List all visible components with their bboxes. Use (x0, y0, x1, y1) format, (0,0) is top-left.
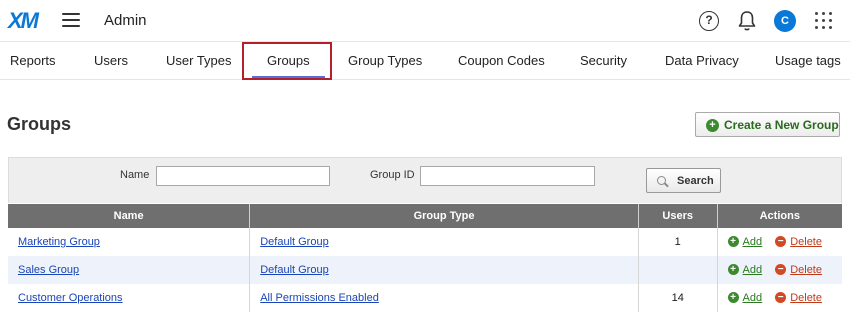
add-circle-icon: + (727, 264, 739, 275)
delete-circle-icon: − (775, 264, 787, 275)
group-type-link[interactable]: Default Group (260, 264, 328, 276)
hamburger-menu-icon[interactable] (62, 13, 80, 27)
group-id-filter-input[interactable] (420, 166, 595, 186)
user-count: 1 (638, 228, 718, 256)
top-bar: XM Admin ? C (0, 0, 850, 42)
user-count: 14 (638, 284, 718, 312)
table-row: Customer Operations All Permissions Enab… (8, 284, 842, 312)
col-header-group-type[interactable]: Group Type (249, 204, 639, 228)
delete-circle-icon: − (775, 236, 787, 247)
tab-usage-tags[interactable]: Usage tags (775, 53, 841, 68)
user-count (638, 256, 718, 284)
group-name-link[interactable]: Sales Group (18, 264, 79, 276)
add-link[interactable]: Add (743, 292, 763, 304)
search-button-label: Search (677, 175, 714, 187)
create-group-button[interactable]: + Create a New Group (695, 112, 840, 137)
group-type-link[interactable]: All Permissions Enabled (260, 292, 379, 304)
table-row: Marketing Group Default Group 1 + Add − De… (8, 228, 842, 256)
delete-link[interactable]: Delete (790, 236, 822, 248)
admin-tabs: Reports Users User Types Groups Group Ty… (0, 43, 850, 80)
table-header-row: Name Group Type Users Actions (8, 204, 842, 228)
name-filter-input[interactable] (156, 166, 330, 186)
groups-table: Name Group Type Users Actions Marketing … (8, 204, 842, 312)
page-title: Groups (7, 114, 72, 134)
tab-data-privacy[interactable]: Data Privacy (665, 53, 739, 68)
add-circle-icon: + (727, 292, 739, 303)
tab-coupon-codes[interactable]: Coupon Codes (458, 53, 545, 68)
create-group-label: Create a New Group (724, 118, 839, 132)
group-name-link[interactable]: Customer Operations (18, 292, 123, 304)
tab-security[interactable]: Security (580, 53, 627, 68)
table-row: Sales Group Default Group + Add − Delete (8, 256, 842, 284)
name-filter-label: Name (120, 169, 150, 181)
tab-users[interactable]: Users (94, 53, 128, 68)
group-type-link[interactable]: Default Group (260, 236, 328, 248)
delete-link[interactable]: Delete (790, 292, 822, 304)
help-icon[interactable]: ? (699, 11, 719, 31)
delete-link[interactable]: Delete (790, 264, 822, 276)
app-title: Admin (104, 12, 147, 29)
col-header-users[interactable]: Users (638, 204, 718, 228)
active-tab-highlight (242, 42, 332, 80)
col-header-actions: Actions (717, 204, 842, 228)
group-id-filter-label: Group ID (370, 169, 415, 181)
apps-grid-icon[interactable] (815, 12, 833, 30)
tab-reports[interactable]: Reports (10, 53, 56, 68)
bell-icon[interactable] (737, 10, 757, 32)
user-avatar[interactable]: C (774, 10, 796, 32)
active-tab-underline (252, 76, 325, 78)
tab-user-types[interactable]: User Types (166, 53, 232, 68)
add-circle-icon: + (727, 236, 739, 247)
tab-group-types[interactable]: Group Types (348, 53, 422, 68)
search-button[interactable]: Search (646, 168, 721, 193)
plus-circle-icon: + (706, 119, 719, 132)
search-icon (657, 176, 666, 185)
col-header-name[interactable]: Name (8, 204, 251, 228)
delete-circle-icon: − (775, 292, 787, 303)
group-name-link[interactable]: Marketing Group (18, 236, 100, 248)
add-link[interactable]: Add (743, 264, 763, 276)
add-link[interactable]: Add (743, 236, 763, 248)
xm-logo[interactable]: XM (8, 8, 39, 34)
